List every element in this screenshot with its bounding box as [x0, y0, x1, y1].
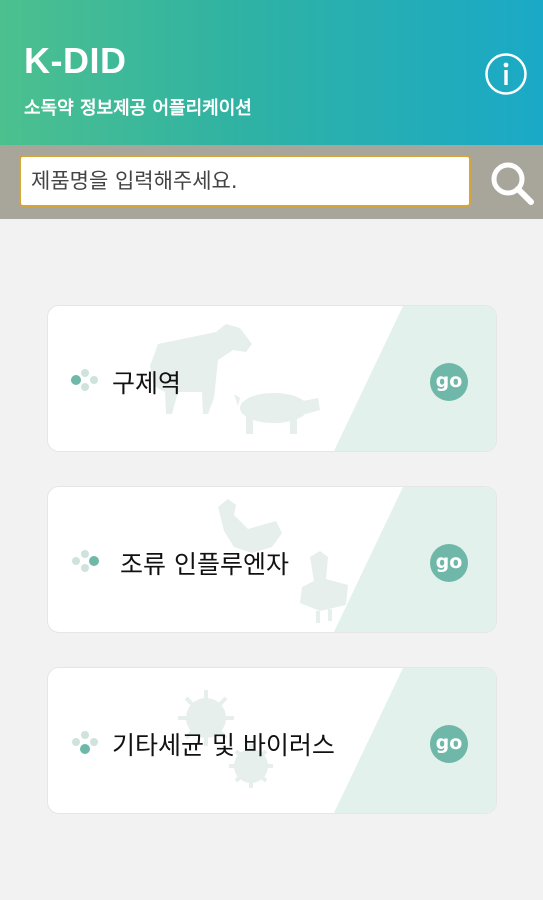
category-card-fmd[interactable]: 구제역 go	[47, 305, 497, 452]
info-button[interactable]	[484, 52, 528, 96]
bullet-dots-icon	[72, 731, 98, 754]
category-card-bacteria-virus[interactable]: 기타세균 및 바이러스 go	[47, 667, 497, 814]
search-bar	[0, 145, 543, 219]
go-button[interactable]: go	[430, 544, 468, 582]
category-label: 기타세균 및 바이러스	[112, 731, 335, 760]
bullet-dots-icon	[72, 550, 99, 572]
app-header: K-DID 소독약 정보제공 어플리케이션	[0, 0, 543, 145]
search-button[interactable]	[488, 159, 536, 207]
go-button[interactable]: go	[430, 363, 468, 401]
category-label: 조류 인플루엔자	[120, 550, 289, 579]
info-icon	[485, 53, 527, 95]
app-title: K-DID	[24, 40, 127, 81]
search-icon	[491, 162, 534, 205]
search-input[interactable]	[19, 155, 471, 207]
category-label: 구제역	[112, 369, 182, 398]
bullet-dots-icon	[71, 369, 98, 391]
app-subtitle: 소독약 정보제공 어플리케이션	[24, 98, 252, 119]
category-card-avian-influenza[interactable]: 조류 인플루엔자 go	[47, 486, 497, 633]
go-button[interactable]: go	[430, 725, 468, 763]
